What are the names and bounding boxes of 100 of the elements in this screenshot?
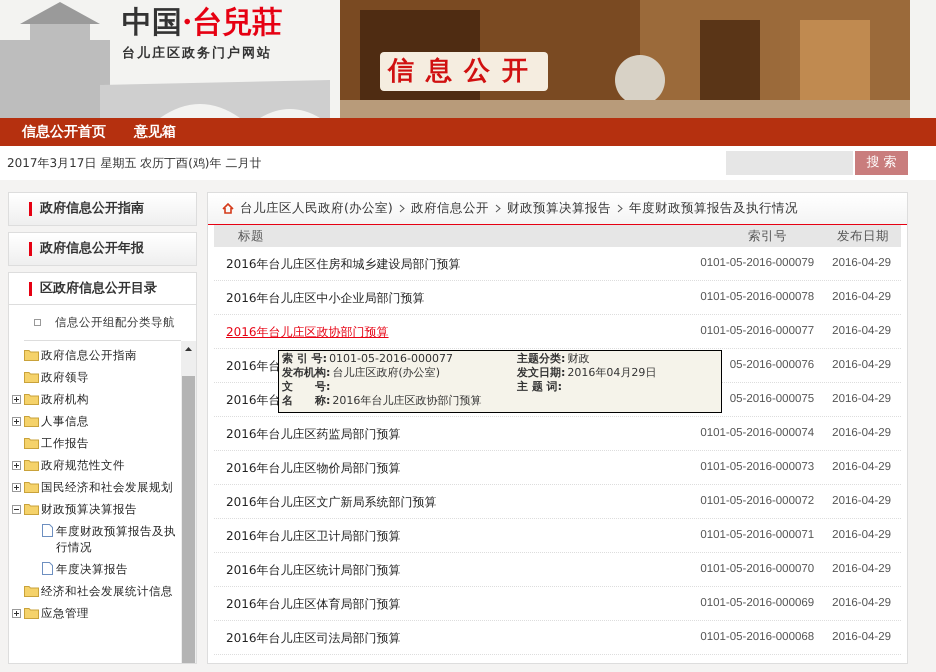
tree-item[interactable]: 国民经济和社会发展规划 bbox=[41, 479, 173, 495]
publish-date: 2016-04-29 bbox=[832, 460, 891, 475]
index-number: 0101-05-2016-000069 bbox=[700, 596, 814, 611]
tree-item[interactable]: 政府领导 bbox=[41, 369, 89, 385]
expand-icon[interactable] bbox=[12, 482, 21, 492]
field-value: 2016年04月29日 bbox=[567, 366, 656, 380]
site-logo-text: 中国 bbox=[122, 8, 182, 38]
folder-icon bbox=[24, 392, 39, 405]
publish-date: 2016-04-29 bbox=[832, 358, 891, 373]
index-number: 0101-05-2016-000077 bbox=[700, 324, 814, 339]
expand-icon[interactable] bbox=[12, 608, 21, 618]
index-number: 0101-05-2016-000079 bbox=[700, 256, 814, 271]
field-label: 索 引 号: bbox=[282, 352, 328, 366]
chevron-right-icon bbox=[494, 204, 501, 213]
chevron-right-icon bbox=[398, 204, 405, 213]
document-link[interactable]: 2016年台儿庄区物价局部门预算 bbox=[226, 458, 401, 476]
field-label: 主 题 词: bbox=[517, 380, 562, 394]
folder-icon bbox=[24, 606, 39, 619]
field-label: 发布机构: bbox=[282, 366, 330, 380]
document-icon bbox=[42, 524, 53, 537]
search-field[interactable] bbox=[726, 151, 853, 175]
site-subtitle: 台儿庄区政务门户网站 bbox=[122, 44, 272, 63]
publish-date: 2016-04-29 bbox=[832, 494, 891, 509]
collapse-icon[interactable] bbox=[12, 504, 21, 514]
expand-icon[interactable] bbox=[12, 394, 21, 404]
scrollbar[interactable] bbox=[181, 341, 196, 663]
publish-date: 2016-04-29 bbox=[832, 630, 891, 645]
document-link[interactable]: 2016年台儿庄区卫计局部门预算 bbox=[226, 526, 401, 544]
section-title: 信息公开 bbox=[380, 52, 548, 91]
site-logo-accent: ·台兒莊 bbox=[182, 8, 282, 38]
tree-item[interactable]: 经济和社会发展统计信息 bbox=[41, 583, 173, 599]
home-icon bbox=[222, 203, 234, 214]
tree-item[interactable]: 年度财政预算报告及执行情况 bbox=[56, 523, 181, 555]
field-label: 发文日期: bbox=[517, 366, 566, 380]
index-number: 05-2016-000076 bbox=[730, 358, 814, 373]
nav-link[interactable]: 意见箱 bbox=[134, 122, 176, 142]
publish-date: 2016-04-29 bbox=[832, 528, 891, 543]
publish-date: 2016-04-29 bbox=[832, 290, 891, 305]
index-number: 0101-05-2016-000073 bbox=[700, 460, 814, 475]
index-number: 0101-05-2016-000071 bbox=[700, 528, 814, 543]
field-label: 文 号: bbox=[282, 380, 330, 394]
tree-item[interactable]: 人事信息 bbox=[41, 413, 89, 429]
field-label: 名 称: bbox=[282, 394, 330, 408]
breadcrumb-link[interactable]: 政府信息公开 bbox=[410, 199, 489, 218]
expand-icon[interactable] bbox=[12, 460, 21, 470]
nav-link[interactable]: 信息公开首页 bbox=[22, 122, 106, 142]
column-header: 标题 bbox=[238, 226, 264, 245]
folder-icon bbox=[24, 458, 39, 471]
index-number: 0101-05-2016-000078 bbox=[700, 290, 814, 305]
publish-date: 2016-04-29 bbox=[832, 256, 891, 271]
folder-icon bbox=[24, 480, 39, 493]
index-number: 0101-05-2016-000068 bbox=[700, 630, 814, 645]
column-header: 发布日期 bbox=[837, 226, 889, 245]
document-icon bbox=[42, 562, 53, 575]
field-value: 0101-05-2016-000077 bbox=[329, 352, 453, 366]
tree-item[interactable]: 应急管理 bbox=[41, 605, 89, 621]
category-nav-link[interactable]: 信息公开组配分类导航 bbox=[55, 314, 175, 332]
document-link[interactable]: 2016年台儿庄区政协部门预算 bbox=[226, 322, 389, 340]
marker-icon bbox=[29, 282, 32, 296]
panel-title[interactable]: 政府信息公开年报 bbox=[40, 239, 144, 259]
publish-date: 2016-04-29 bbox=[832, 596, 891, 611]
document-link[interactable]: 2016年台儿庄区住房和城乡建设局部门预算 bbox=[226, 254, 461, 272]
expand-icon[interactable] bbox=[12, 416, 21, 426]
breadcrumb-link[interactable]: 台儿庄区人民政府(办公室) bbox=[240, 199, 393, 218]
publish-date: 2016-04-29 bbox=[832, 392, 891, 407]
tree-item[interactable]: 工作报告 bbox=[41, 435, 89, 451]
field-value: 台儿庄区政府(办公室) bbox=[332, 366, 440, 380]
document-link[interactable]: 2016年台儿庄区体育局部门预算 bbox=[226, 594, 401, 612]
chevron-right-icon bbox=[616, 204, 623, 213]
folder-icon bbox=[24, 348, 39, 361]
document-link[interactable]: 2016年台儿庄区统计局部门预算 bbox=[226, 560, 401, 578]
tree-item[interactable]: 年度决算报告 bbox=[56, 561, 128, 577]
document-link[interactable]: 2016年台 bbox=[226, 390, 281, 408]
document-link[interactable]: 2016年台儿庄区中小企业局部门预算 bbox=[226, 288, 425, 306]
index-number: 05-2016-000075 bbox=[730, 392, 814, 407]
panel-title[interactable]: 政府信息公开指南 bbox=[40, 199, 144, 219]
index-number: 0101-05-2016-000072 bbox=[700, 494, 814, 509]
tree-item[interactable]: 财政预算决算报告 bbox=[41, 501, 137, 517]
document-link[interactable]: 2016年台儿庄区药监局部门预算 bbox=[226, 424, 401, 442]
breadcrumb-link[interactable]: 年度财政预算报告及执行情况 bbox=[628, 199, 798, 218]
marker-icon bbox=[29, 242, 32, 256]
bullet-icon bbox=[34, 319, 41, 326]
date-text: 2017年3月17日 星期五 农历丁酉(鸡)年 二月廿 bbox=[7, 155, 262, 172]
tree-item[interactable]: 政府机构 bbox=[41, 391, 89, 407]
index-number: 0101-05-2016-000074 bbox=[700, 426, 814, 441]
tree-item[interactable]: 政府规范性文件 bbox=[41, 457, 125, 473]
document-link[interactable]: 2016年台儿庄区文广新局系统部门预算 bbox=[226, 492, 437, 510]
field-value: 财政 bbox=[567, 352, 590, 366]
field-value: 2016年台儿庄区政协部门预算 bbox=[332, 394, 482, 408]
publish-date: 2016-04-29 bbox=[832, 426, 891, 441]
column-header: 索引号 bbox=[748, 226, 787, 245]
marker-icon bbox=[29, 202, 32, 216]
tree-item[interactable]: 政府信息公开指南 bbox=[41, 347, 137, 363]
folder-icon bbox=[24, 414, 39, 427]
breadcrumb-link[interactable]: 财政预算决算报告 bbox=[506, 199, 611, 218]
field-label: 主题分类: bbox=[517, 352, 566, 366]
panel-title[interactable]: 区政府信息公开目录 bbox=[40, 278, 157, 298]
index-number: 0101-05-2016-000070 bbox=[700, 562, 814, 577]
document-link[interactable]: 2016年台儿庄区司法局部门预算 bbox=[226, 628, 401, 646]
document-link[interactable]: 2016年台 bbox=[226, 356, 281, 374]
